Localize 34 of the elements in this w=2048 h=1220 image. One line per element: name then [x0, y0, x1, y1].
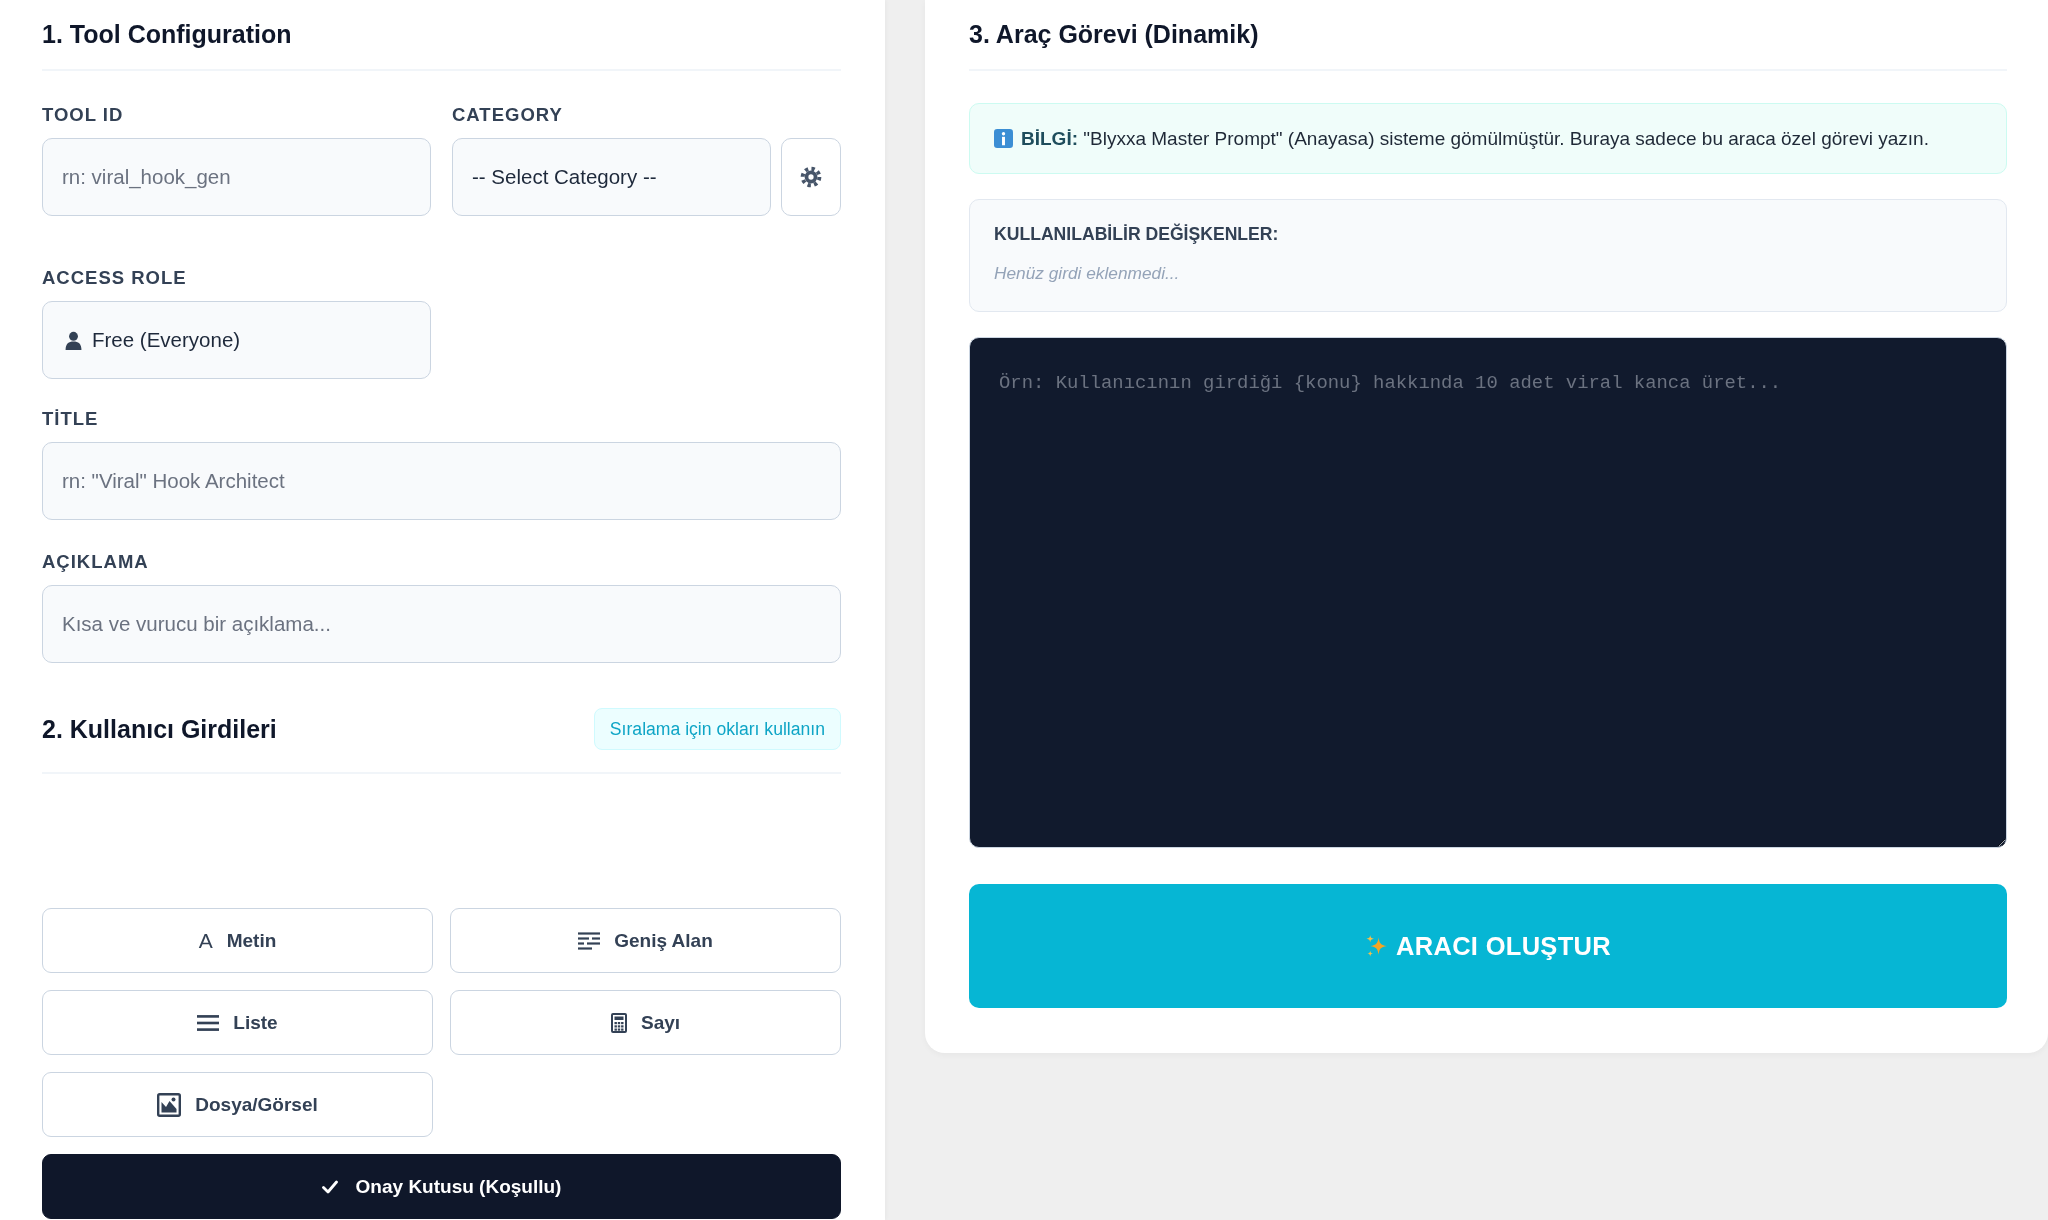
settings-icon — [800, 166, 822, 188]
category-select[interactable]: -- Select Category -- — [452, 138, 771, 216]
empty-variables-text: Henüz girdi eklenmedi... — [994, 263, 1180, 283]
person-icon — [65, 330, 82, 350]
section-title: 1. Tool Configuration — [42, 19, 292, 49]
tool-id-input[interactable]: rn: viral_hook_gen — [42, 138, 431, 216]
section-title: 2. Kullanıcı Girdileri — [42, 714, 277, 744]
settings-button[interactable] — [781, 138, 841, 216]
input-type-button[interactable]: A Metin — [42, 908, 433, 973]
calculator-icon — [610, 1012, 627, 1033]
input-type-button[interactable]: Geniş Alan — [450, 908, 841, 973]
input-type-button[interactable]: Dosya/Görsel — [42, 1072, 433, 1137]
letter-icon: A — [198, 930, 213, 951]
field-label: CATEGORY — [452, 104, 563, 126]
paragraph-icon — [578, 931, 601, 950]
info-text: BİLGİ: "Blyxxa Master Prompt" (Anayasa) sisteme gömülmüştür. Buraya sadece bu araca özel görevi yazın. — [1021, 127, 1929, 150]
field-label: TOOL ID — [42, 104, 124, 126]
input-type-button[interactable]: Sayı — [450, 990, 841, 1055]
section-title: 3. Araç Görevi (Dinamik) — [969, 19, 1259, 49]
info-icon — [994, 129, 1013, 148]
input-type-button[interactable]: Onay Kutusu (Koşullu) — [42, 1154, 841, 1219]
check-icon — [321, 1179, 338, 1194]
field-label: ACCESS ROLE — [42, 267, 187, 289]
title-input[interactable]: rn: "Viral" Hook Architect — [42, 442, 841, 520]
image-icon — [157, 1092, 182, 1117]
access-role-select[interactable]: Free (Everyone) — [42, 301, 431, 379]
hint-badge: Sıralama için okları kullanın — [593, 708, 841, 750]
variables-label: KULLANILABİLİR DEĞİŞKENLER: — [994, 224, 1279, 244]
field-label: AÇIKLAMA — [42, 551, 149, 573]
menu-lines-icon — [197, 1013, 220, 1032]
prompt-textarea[interactable]: Örn: Kullanıcının girdiği {konu} hakkında 10 adet viral kanca üret... — [969, 337, 2007, 848]
description-input[interactable]: Kısa ve vurucu bir açıklama... — [42, 585, 841, 663]
field-label: TİTLE — [42, 408, 99, 430]
input-type-button[interactable]: Liste — [42, 990, 433, 1055]
